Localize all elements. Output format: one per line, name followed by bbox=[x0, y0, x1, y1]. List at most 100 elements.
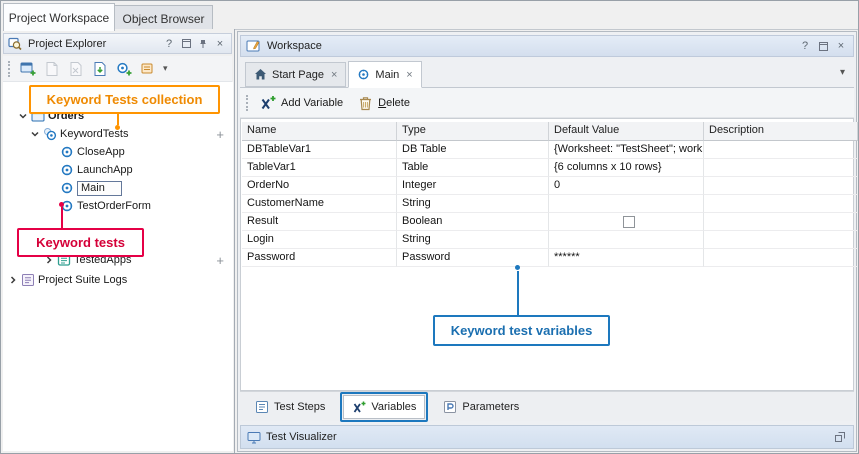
cell-name[interactable]: OrderNo bbox=[242, 177, 397, 195]
tab-main[interactable]: Main × bbox=[348, 61, 421, 88]
cell-name[interactable]: CustomerName bbox=[242, 195, 397, 213]
tests-callout-connector bbox=[61, 207, 63, 228]
cell-description[interactable] bbox=[704, 231, 858, 249]
cell-default-value[interactable]: 0 bbox=[549, 177, 704, 195]
tab-start-page[interactable]: Start Page × bbox=[245, 62, 346, 87]
cell-name[interactable]: Login bbox=[242, 231, 397, 249]
cell-type[interactable]: String bbox=[397, 195, 549, 213]
pin-icon[interactable] bbox=[196, 37, 210, 51]
cell-description[interactable] bbox=[704, 213, 858, 231]
chevron-down-icon[interactable] bbox=[30, 129, 40, 139]
close-tab-icon[interactable]: × bbox=[406, 69, 412, 81]
add-variable-button[interactable]: Add Variable bbox=[256, 93, 349, 113]
tests-callout: Keyword tests bbox=[17, 228, 144, 257]
cell-default-value[interactable]: {6 columns x 10 rows} bbox=[549, 159, 704, 177]
tab-label: Parameters bbox=[462, 401, 519, 413]
variables-icon bbox=[352, 400, 366, 414]
window-position-icon[interactable] bbox=[816, 39, 830, 53]
cell-type[interactable]: Password bbox=[397, 249, 549, 267]
cell-description[interactable] bbox=[704, 195, 858, 213]
variables-page: Name Type Default Value Description DBTa… bbox=[240, 118, 854, 391]
tree-node-launchapp[interactable]: LaunchApp bbox=[3, 161, 231, 179]
help-icon[interactable]: ? bbox=[162, 37, 176, 51]
keyword-test-icon bbox=[357, 68, 370, 81]
tab-parameters[interactable]: Parameters bbox=[434, 395, 528, 419]
cell-default-value[interactable] bbox=[549, 195, 704, 213]
cell-description[interactable] bbox=[704, 177, 858, 195]
new-keyword-test-icon[interactable] bbox=[115, 60, 132, 77]
cell-default-value[interactable]: ****** bbox=[549, 249, 704, 267]
window-position-icon[interactable] bbox=[179, 37, 193, 51]
tab-list-dropdown-icon[interactable]: ▾ bbox=[840, 67, 845, 78]
cell-type[interactable]: DB Table bbox=[397, 141, 549, 159]
tree-node-closeapp[interactable]: CloseApp bbox=[3, 143, 231, 161]
delete-item-icon[interactable] bbox=[67, 60, 84, 77]
cell-name[interactable]: TableVar1 bbox=[242, 159, 397, 177]
tab-object-browser[interactable]: Object Browser bbox=[114, 5, 213, 31]
float-window-icon[interactable] bbox=[833, 430, 847, 444]
cell-name[interactable]: DBTableVar1 bbox=[242, 141, 397, 159]
delete-variable-button[interactable]: Delete bbox=[355, 93, 416, 113]
import-item-icon[interactable] bbox=[91, 60, 108, 77]
column-header-default-value: Default Value bbox=[549, 122, 704, 141]
cell-name[interactable]: Result bbox=[242, 213, 397, 231]
tab-label: Variables bbox=[371, 401, 416, 413]
add-keyword-test-button[interactable]: + bbox=[216, 128, 224, 141]
toolbar-dropdown-icon[interactable]: ▾ bbox=[163, 63, 168, 74]
project-explorer-title: Project Explorer bbox=[28, 38, 159, 50]
tab-variables[interactable]: Variables bbox=[343, 395, 425, 419]
workspace-header: Workspace ? × bbox=[240, 35, 854, 57]
tab-label: Test Steps bbox=[274, 401, 325, 413]
tree-node-project-suite-logs[interactable]: Project Suite Logs bbox=[3, 271, 231, 289]
result-default-checkbox[interactable] bbox=[623, 216, 635, 228]
cell-type[interactable]: Integer bbox=[397, 177, 549, 195]
cell-description[interactable] bbox=[704, 141, 858, 159]
column-header-type: Type bbox=[397, 122, 549, 141]
cell-name[interactable]: Password bbox=[242, 249, 397, 267]
project-explorer-toolbar: ▾ bbox=[3, 56, 232, 82]
add-tested-app-button[interactable]: + bbox=[216, 254, 224, 267]
test-visualizer-title: Test Visualizer bbox=[266, 431, 828, 443]
cell-type[interactable]: String bbox=[397, 231, 549, 249]
cell-type[interactable]: Table bbox=[397, 159, 549, 177]
trash-icon bbox=[358, 95, 373, 111]
cell-default-value[interactable] bbox=[549, 213, 704, 231]
add-variable-label: Add Variable bbox=[281, 97, 343, 109]
close-tab-icon[interactable]: × bbox=[331, 69, 337, 81]
tree-node-label-selected: Main bbox=[77, 181, 122, 196]
variables-callout-connector bbox=[517, 271, 519, 315]
tab-test-steps[interactable]: Test Steps bbox=[246, 395, 334, 419]
document-tabbar: Start Page × Main × ▾ bbox=[240, 59, 854, 88]
chevron-down-icon[interactable] bbox=[18, 111, 28, 121]
main-tabbar: Project Workspace Object Browser bbox=[1, 1, 858, 30]
delete-label: Delete bbox=[378, 97, 410, 109]
cell-default-value[interactable]: {Worksheet: "TestSheet"; work bbox=[549, 141, 704, 159]
add-new-item-icon[interactable] bbox=[19, 60, 36, 77]
parameters-icon bbox=[443, 400, 457, 414]
close-icon[interactable]: × bbox=[213, 37, 227, 51]
tree-node-main[interactable]: Main bbox=[3, 179, 231, 197]
toolbar-grip[interactable] bbox=[8, 61, 11, 77]
tree-node-testorderform[interactable]: TestOrderForm bbox=[3, 197, 231, 215]
cell-description[interactable] bbox=[704, 159, 858, 177]
close-icon[interactable]: × bbox=[834, 39, 848, 53]
test-visualizer-bar[interactable]: Test Visualizer bbox=[240, 425, 854, 449]
variables-toolbar: Add Variable Delete bbox=[240, 88, 854, 118]
tab-project-workspace[interactable]: Project Workspace bbox=[3, 3, 115, 31]
collection-callout: Keyword Tests collection bbox=[29, 85, 220, 114]
toolbar-grip[interactable] bbox=[246, 95, 249, 111]
test-visualizer-icon bbox=[247, 431, 261, 444]
cell-default-value[interactable] bbox=[549, 231, 704, 249]
chevron-right-icon[interactable] bbox=[8, 275, 18, 285]
tab-label: Start Page bbox=[272, 69, 324, 81]
cell-type[interactable]: Boolean bbox=[397, 213, 549, 231]
cell-description[interactable] bbox=[704, 249, 858, 267]
tab-label: Main bbox=[375, 69, 399, 81]
help-icon[interactable]: ? bbox=[798, 39, 812, 53]
add-existing-item-icon[interactable] bbox=[43, 60, 60, 77]
table-row: Result Boolean bbox=[242, 213, 858, 231]
table-row: TableVar1 Table {6 columns x 10 rows} bbox=[242, 159, 858, 177]
project-explorer-icon bbox=[8, 37, 22, 51]
organize-items-icon[interactable] bbox=[139, 60, 156, 77]
column-header-description: Description bbox=[704, 122, 858, 141]
